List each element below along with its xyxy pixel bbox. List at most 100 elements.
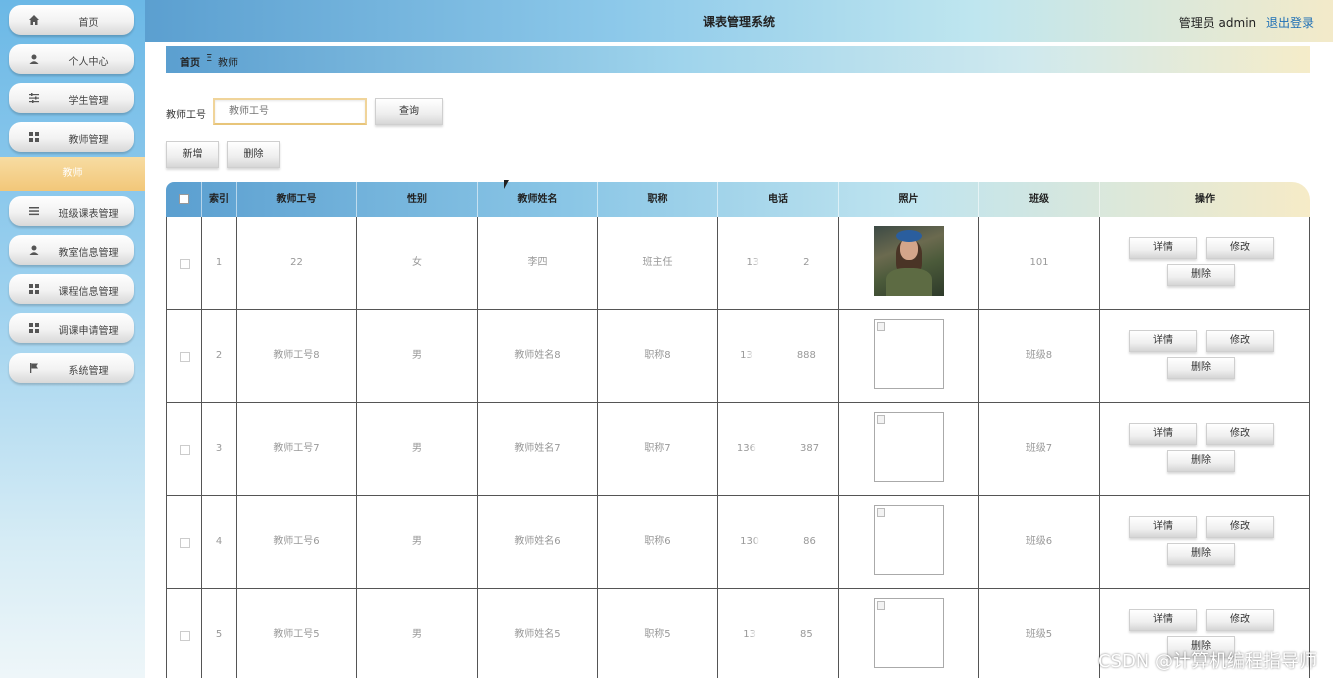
delete-button[interactable]: 删除: [1167, 264, 1235, 286]
detail-button[interactable]: 详情: [1129, 609, 1197, 631]
cell-actions: 详情 修改 删除: [1100, 310, 1310, 402]
edit-button[interactable]: 修改: [1206, 609, 1274, 631]
phone-prefix: 136: [736, 443, 756, 454]
row-select-cell: [167, 217, 202, 309]
broken-image-icon: [877, 601, 885, 610]
sidebar-item-classroom[interactable]: 教室信息管理: [9, 235, 134, 265]
sidebar-item-label: 班级课表管理: [58, 209, 119, 220]
cell-title: 职称6: [598, 496, 718, 588]
edit-button[interactable]: 修改: [1206, 237, 1274, 259]
sidebar-item-label: 课程信息管理: [58, 287, 119, 298]
cell-index: 5: [202, 589, 237, 678]
row-checkbox[interactable]: [180, 631, 190, 641]
row-select-cell: [167, 496, 202, 588]
cell-phone: 13 888: [718, 310, 839, 402]
sidebar-item-label: 个人中心: [68, 57, 109, 68]
phone-redaction: [756, 443, 800, 453]
watermark: CSDN @计算机编程指导师: [1097, 651, 1317, 672]
broken-image-icon: [877, 415, 885, 424]
teacher-photo[interactable]: [874, 226, 944, 296]
row-select-cell: [167, 589, 202, 678]
flag-icon: [30, 363, 38, 373]
cell-name: 教师姓名6: [478, 496, 598, 588]
breadcrumb: 首页 Ξ 教师: [166, 46, 1310, 73]
col-phone: 电话: [718, 182, 839, 217]
edit-button[interactable]: 修改: [1206, 516, 1274, 538]
row-checkbox[interactable]: [180, 352, 190, 362]
breadcrumb-home[interactable]: 首页: [180, 54, 200, 69]
edit-button[interactable]: 修改: [1206, 423, 1274, 445]
sidebar-item-label: 教师管理: [68, 135, 109, 146]
add-button[interactable]: 新增: [166, 141, 219, 168]
sidebar-item-label: 调课申请管理: [58, 326, 119, 337]
col-index: 索引: [202, 182, 237, 217]
logout-link[interactable]: 退出登录: [1266, 16, 1314, 30]
cell-title: 职称5: [598, 589, 718, 678]
cell-teacher-id: 教师工号6: [237, 496, 357, 588]
cell-teacher-id: 教师工号8: [237, 310, 357, 402]
detail-button[interactable]: 详情: [1129, 423, 1197, 445]
detail-button[interactable]: 详情: [1129, 516, 1197, 538]
table-row: 1 22 女 李四 班主任 13 2 101 详情 修改 删除: [166, 217, 1310, 310]
breadcrumb-separator: Ξ: [206, 53, 213, 64]
cell-photo: [839, 217, 979, 309]
cell-actions: 详情 修改 删除: [1100, 217, 1310, 309]
photo-uniform: [886, 268, 932, 296]
phone-suffix: 86: [803, 536, 816, 547]
teacher-photo[interactable]: [874, 412, 944, 482]
col-photo: 照片: [839, 182, 979, 217]
grid-icon: [29, 284, 39, 294]
batch-delete-button[interactable]: 删除: [227, 141, 280, 168]
teacher-id-search-input[interactable]: [213, 98, 367, 125]
query-button[interactable]: 查询: [375, 98, 443, 125]
select-all-checkbox[interactable]: [179, 194, 189, 204]
cell-photo: [839, 403, 979, 495]
phone-redaction: [759, 257, 804, 267]
delete-button[interactable]: 删除: [1167, 543, 1235, 565]
delete-button[interactable]: 删除: [1167, 450, 1235, 472]
user-icon: [29, 54, 39, 64]
cell-index: 2: [202, 310, 237, 402]
row-checkbox[interactable]: [180, 259, 190, 269]
sidebar-item-class-schedule[interactable]: 班级课表管理: [9, 196, 134, 226]
teacher-photo[interactable]: [874, 319, 944, 389]
sidebar-item-home[interactable]: 首页: [9, 5, 134, 35]
phone-prefix: 130: [740, 536, 760, 547]
cell-index: 3: [202, 403, 237, 495]
sidebar-item-teachers[interactable]: 教师管理: [9, 122, 134, 152]
broken-image-icon: [877, 322, 885, 331]
row-checkbox[interactable]: [180, 445, 190, 455]
sidebar-item-profile[interactable]: 个人中心: [9, 44, 134, 74]
edit-button[interactable]: 修改: [1206, 330, 1274, 352]
phone-prefix: 13: [746, 257, 760, 268]
sliders-icon: [29, 93, 39, 103]
phone-prefix: 13: [743, 629, 756, 640]
cell-gender: 男: [357, 496, 478, 588]
delete-button[interactable]: 删除: [1167, 357, 1235, 379]
cell-title: 班主任: [598, 217, 718, 309]
cell-phone: 130 86: [718, 496, 839, 588]
detail-button[interactable]: 详情: [1129, 330, 1197, 352]
detail-button[interactable]: 详情: [1129, 237, 1197, 259]
col-actions: 操作: [1195, 194, 1215, 205]
table-header: 索引 教师工号 性别 教师姓名 职称 电话 照片 班级 操作: [166, 182, 1310, 217]
mouse-cursor-icon: [504, 180, 509, 189]
sidebar-item-students[interactable]: 学生管理: [9, 83, 134, 113]
cell-gender: 男: [357, 310, 478, 402]
teacher-photo[interactable]: [874, 598, 944, 668]
phone-redaction: [752, 350, 797, 360]
cell-gender: 男: [357, 403, 478, 495]
user-icon: [29, 245, 39, 255]
col-gender: 性别: [357, 182, 478, 217]
sidebar-item-reschedule[interactable]: 调课申请管理: [9, 313, 134, 343]
teacher-photo[interactable]: [874, 505, 944, 575]
cell-phone: 13 2: [718, 217, 839, 309]
sidebar-item-label: 学生管理: [68, 96, 109, 107]
sidebar-item-system[interactable]: 系统管理: [9, 353, 134, 383]
cell-class: 班级7: [979, 403, 1100, 495]
col-class: 班级: [979, 182, 1100, 217]
sidebar-subitem-teacher[interactable]: 教师: [0, 157, 145, 191]
row-checkbox[interactable]: [180, 538, 190, 548]
sidebar-item-courses[interactable]: 课程信息管理: [9, 274, 134, 304]
grid-icon: [29, 323, 39, 333]
